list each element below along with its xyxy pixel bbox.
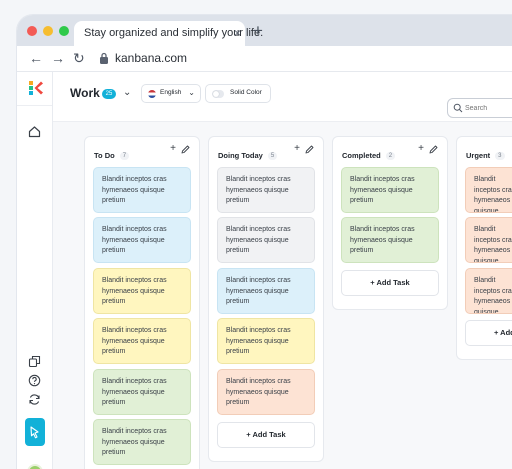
column-header: To Do 7 + xyxy=(94,143,192,160)
task-card[interactable]: Blandit inceptos cras hymenaeos quisque … xyxy=(93,268,191,314)
task-card[interactable]: Blandit inceptos cras hymenaeos quisque … xyxy=(217,167,315,213)
task-card[interactable]: Blandit inceptos cras hymenaeos quisque … xyxy=(217,318,315,364)
us-flag-icon xyxy=(148,90,156,98)
task-card[interactable]: Blandit inceptos cras hymenaeos quisque … xyxy=(93,318,191,364)
forward-arrow-icon[interactable]: → xyxy=(51,50,65,66)
new-tab-button[interactable]: + xyxy=(253,22,263,39)
task-card[interactable]: Blandit inceptos cras hymenaeos quisque … xyxy=(93,167,191,213)
minimize-window-button[interactable] xyxy=(43,26,53,36)
board-area: Work 25 ⌄ English ⌄ Solid Color Search T… xyxy=(53,72,512,469)
task-card[interactable]: Blandit inceptos cras hymenaeos quisque … xyxy=(465,217,512,263)
column-completed: Completed 2 + Blandit inceptos cras hymen… xyxy=(332,136,448,310)
add-card-icon[interactable]: + xyxy=(418,143,424,154)
task-card[interactable]: Blandit inceptos cras hymenaeos quisque … xyxy=(93,419,191,465)
column-to-do: To Do 7 + Blandit inceptos cras hymenaeos… xyxy=(84,136,200,469)
task-card[interactable]: Blandit inceptos cras hymenaeos quisque … xyxy=(217,268,315,314)
column-count-badge: 7 xyxy=(119,152,130,160)
column-header: Doing Today 5 + xyxy=(218,143,316,160)
tab-close-icon[interactable]: × xyxy=(234,26,241,40)
column-title: To Do xyxy=(94,151,115,160)
chevron-down-icon: ⌄ xyxy=(188,88,195,97)
lock-icon xyxy=(100,52,108,64)
sidebar xyxy=(17,72,53,469)
pointer-icon xyxy=(30,426,39,439)
search-icon xyxy=(453,103,463,113)
copy-icon[interactable] xyxy=(28,355,41,368)
pencil-icon[interactable] xyxy=(305,145,314,154)
language-label: English xyxy=(160,89,182,96)
task-card[interactable]: Blandit inceptos cras hymenaeos quisque … xyxy=(93,369,191,415)
browser-tab[interactable]: Stay organized and simplify your life. × xyxy=(74,21,263,46)
board-toolbar: Work 25 ⌄ English ⌄ Solid Color xyxy=(53,72,512,122)
pencil-icon[interactable] xyxy=(181,145,190,154)
board-title[interactable]: Work xyxy=(70,86,100,100)
home-icon[interactable] xyxy=(28,125,41,138)
add-card-icon[interactable]: + xyxy=(170,143,176,154)
search-box[interactable] xyxy=(447,98,512,118)
toggle-knob xyxy=(213,91,219,97)
url-field[interactable]: kanbana.com xyxy=(115,51,187,65)
active-tool-button[interactable] xyxy=(25,418,45,446)
column-doing-today: Doing Today 5 + Blandit inceptos cras hym… xyxy=(208,136,324,462)
task-card[interactable]: Blandit inceptos cras hymenaeos quisque … xyxy=(465,268,512,314)
search-input[interactable] xyxy=(465,102,512,114)
pencil-icon[interactable] xyxy=(429,145,438,154)
column-header: Urgent 3 xyxy=(466,145,512,160)
column-header: Completed 2 + xyxy=(342,143,440,160)
add-task-button[interactable]: + Add Task xyxy=(465,320,512,346)
task-card[interactable]: Blandit inceptos cras hymenaeos quisque … xyxy=(341,217,439,263)
task-card[interactable]: Blandit inceptos cras hymenaeos quisque … xyxy=(93,217,191,263)
column-count-badge: 2 xyxy=(385,152,396,160)
close-window-button[interactable] xyxy=(27,26,37,36)
column-title: Urgent xyxy=(466,151,491,160)
sidebar-divider xyxy=(17,105,52,106)
solid-color-label: Solid Color xyxy=(230,89,262,96)
task-card[interactable]: Blandit inceptos cras hymenaeos quisque … xyxy=(217,369,315,415)
column-urgent: Urgent 3 Blandit inceptos cras hymenaeos … xyxy=(456,136,512,360)
back-arrow-icon[interactable]: ← xyxy=(29,50,43,66)
tab-strip: Stay organized and simplify your life. ×… xyxy=(17,15,512,46)
sync-icon[interactable] xyxy=(28,393,41,406)
help-icon[interactable] xyxy=(28,374,41,387)
task-card[interactable]: Blandit inceptos cras hymenaeos quisque … xyxy=(341,167,439,213)
reload-icon[interactable]: ↻ xyxy=(73,50,85,66)
add-task-button[interactable]: + Add Task xyxy=(341,270,439,296)
task-card[interactable]: Blandit inceptos cras hymenaeos quisque … xyxy=(465,167,512,213)
column-count-badge: 3 xyxy=(495,152,505,160)
chevron-down-icon[interactable]: ⌄ xyxy=(123,87,131,98)
avatar[interactable] xyxy=(27,464,43,469)
column-title: Doing Today xyxy=(218,151,263,160)
add-task-button[interactable]: + Add Task xyxy=(217,422,315,448)
browser-window: Stay organized and simplify your life. ×… xyxy=(17,15,512,469)
solid-color-toggle[interactable]: Solid Color xyxy=(205,84,271,103)
toggle-switch[interactable] xyxy=(212,90,224,98)
board-count-badge: 25 xyxy=(102,89,116,99)
column-title: Completed xyxy=(342,151,381,160)
address-bar: ← → ↻ kanbana.com xyxy=(17,46,512,72)
task-card[interactable]: Blandit inceptos cras hymenaeos quisque … xyxy=(217,217,315,263)
language-selector[interactable]: English ⌄ xyxy=(141,84,201,103)
maximize-window-button[interactable] xyxy=(59,26,69,36)
column-count-badge: 5 xyxy=(267,152,278,160)
add-card-icon[interactable]: + xyxy=(294,143,300,154)
kanbana-logo[interactable] xyxy=(28,80,44,96)
